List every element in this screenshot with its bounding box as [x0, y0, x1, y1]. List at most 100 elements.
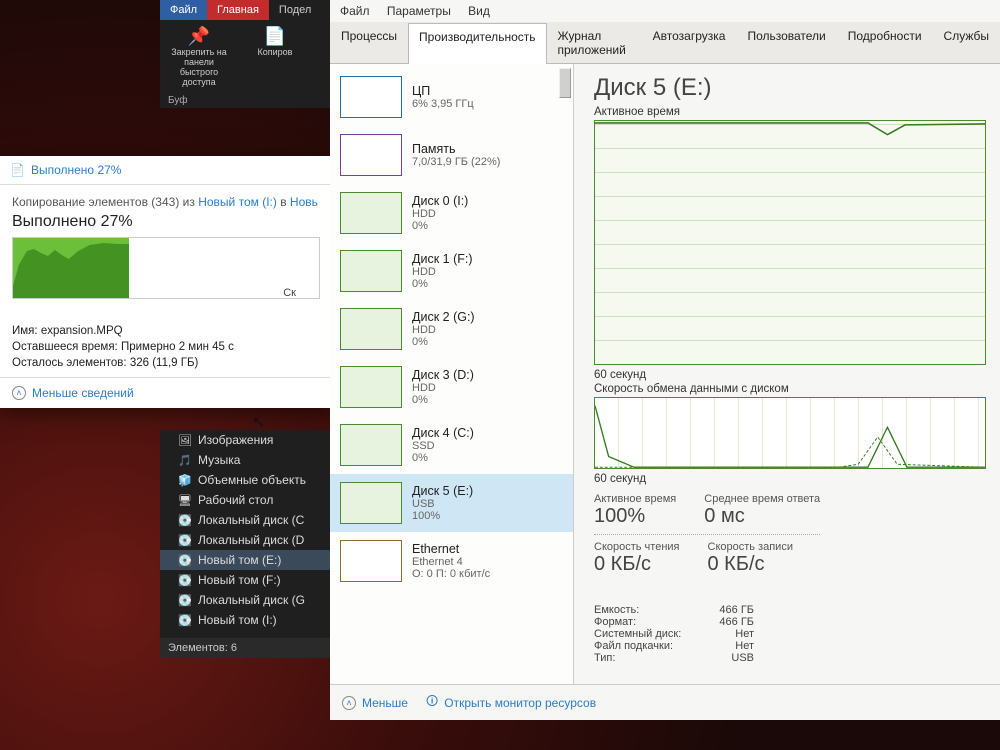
tab-5[interactable]: Подробности [837, 22, 933, 63]
sidebar-item[interactable]: 💽 Новый том (F:) [160, 570, 330, 590]
open-resmon-link[interactable]: 🛈Открыть монитор ресурсов [426, 692, 596, 713]
drive-icon: 🖥 [178, 494, 192, 507]
kv-row: Емкость:466 ГБ [594, 604, 754, 616]
drive-icon: 🖼 [178, 434, 192, 447]
entry-name: Диск 3 (D:) [412, 368, 474, 382]
fewer-details-link[interactable]: ˄Меньше [342, 696, 408, 710]
entry-sub: 6% 3,95 ГГц [412, 98, 474, 110]
sidebar-item[interactable]: 💽Локальный диск (G [160, 590, 330, 610]
drive-icon: 💽 [178, 614, 192, 627]
thumb-chart [340, 424, 402, 466]
resmon-icon: 🛈 [426, 692, 438, 713]
tab-3[interactable]: Автозагрузка [642, 22, 737, 63]
title-text: Выполнено 27% [31, 163, 122, 177]
drive-icon: 💽 [178, 594, 192, 607]
active-time-chart[interactable] [594, 120, 986, 365]
detail-title: Диск 5 (E:) [594, 74, 986, 102]
source-link[interactable]: Новый том (I:) [198, 195, 277, 209]
copy-icon: 📄 [240, 26, 310, 47]
thumb-chart [340, 482, 402, 524]
entry-sub: SSD0% [412, 440, 474, 464]
dialog-titlebar[interactable]: 📄 Выполнено 27% [0, 156, 332, 185]
tab-0[interactable]: Процессы [330, 22, 408, 63]
resource-entry[interactable]: ЦП6% 3,95 ГГц [330, 68, 573, 126]
sidebar-item[interactable]: 🎵 Музыка [160, 450, 330, 470]
stat-avg-response: Среднее время ответа 0 мс [704, 493, 820, 528]
transfer-icon: 📄 [10, 163, 25, 177]
menu-file[interactable]: Файл [340, 4, 370, 18]
drive-icon: 🎵 [178, 454, 192, 467]
explorer-tab-share[interactable]: Подел [269, 0, 321, 20]
entry-name: Ethernet [412, 542, 490, 556]
explorer-nav-sidebar: 🖼 Изображения 🎵 Музыка 🧊Объемные объекть🖥Раб… [160, 430, 330, 658]
explorer-tab-file[interactable]: Файл [160, 0, 207, 20]
clipboard-group-label: Буф [160, 93, 330, 108]
tab-1[interactable]: Производительность [408, 23, 546, 64]
entry-name: Диск 4 (C:) [412, 426, 474, 440]
sidebar-item[interactable]: 🖥Рабочий стол [160, 490, 330, 510]
sidebar-item[interactable]: 🖼 Изображения [160, 430, 330, 450]
entry-sub: HDD0% [412, 324, 475, 348]
sidebar-item-label: Изображения [198, 433, 273, 447]
tab-strip: ПроцессыПроизводительностьЖурнал приложе… [330, 22, 1000, 64]
sidebar-item-label: Музыка [198, 453, 240, 467]
status-percent: Выполнено 27% [12, 213, 320, 231]
pin-icon: 📌 [164, 26, 234, 47]
fewer-details-label: Меньше сведений [32, 386, 134, 400]
explorer-ribbon-fragment: Файл Главная Подел 📌 Закрепить на панели… [160, 0, 330, 108]
kv-row: Тип:USB [594, 652, 754, 664]
resource-entry[interactable]: Диск 5 (E:)USB100% [330, 474, 573, 532]
thumb-chart [340, 134, 402, 176]
sidebar-item-label: Локальный диск (D [198, 533, 304, 547]
drive-icon: 💽 [178, 534, 192, 547]
pin-quickaccess-button[interactable]: 📌 Закрепить на панели быстрого доступа [164, 26, 234, 87]
kv-row: Формат:466 ГБ [594, 616, 754, 628]
menu-view[interactable]: Вид [468, 4, 490, 18]
transfer-rate-chart[interactable] [594, 397, 986, 469]
scrollbar-thumb[interactable] [559, 68, 571, 98]
entry-name: Диск 2 (G:) [412, 310, 475, 324]
thumb-chart [340, 366, 402, 408]
sidebar-item[interactable]: 🧊Объемные объекть [160, 470, 330, 490]
sidebar-item-label: Новый том (F:) [198, 573, 281, 587]
file-name-row: Имя: expansion.MPQ [0, 323, 332, 339]
time-remaining-row: Оставшееся время: Примерно 2 мин 45 с [0, 339, 332, 355]
sidebar-item-label: Локальный диск (C [198, 513, 304, 527]
resource-entry[interactable]: Память7,0/31,9 ГБ (22%) [330, 126, 573, 184]
items-remaining-row: Осталось элементов: 326 (11,9 ГБ) [0, 355, 332, 377]
stat-read-speed: Скорость чтения 0 КБ/с [594, 541, 680, 576]
tab-4[interactable]: Пользователи [736, 22, 836, 63]
fewer-details-toggle[interactable]: ˄ Меньше сведений [0, 377, 332, 408]
thumb-chart [340, 308, 402, 350]
resource-entry[interactable]: Диск 4 (C:)SSD0% [330, 416, 573, 474]
sidebar-item[interactable]: 💽Новый том (E:) [160, 550, 330, 570]
disk-properties: Емкость:466 ГБФормат:466 ГБСистемный дис… [594, 604, 754, 664]
sidebar-item[interactable]: 💽 Новый том (I:) [160, 610, 330, 630]
menu-options[interactable]: Параметры [387, 4, 451, 18]
statusbar-item-count: Элементов: 6 [160, 638, 330, 658]
kv-row: Системный диск:Нет [594, 628, 754, 640]
resource-entry[interactable]: Диск 0 (I:)HDD0% [330, 184, 573, 242]
resource-entry[interactable]: EthernetEthernet 4О: 0 П: 0 кбит/с [330, 532, 573, 590]
drive-icon: 💽 [178, 574, 192, 587]
sidebar-item[interactable]: 💽Локальный диск (C [160, 510, 330, 530]
sidebar-item[interactable]: 💽 Локальный диск (D [160, 530, 330, 550]
copy-progress-dialog: 📄 Выполнено 27% Копирование элементов (3… [0, 156, 332, 408]
sidebar-item-label: Новый том (I:) [198, 613, 277, 627]
resource-list[interactable]: ЦП6% 3,95 ГГцПамять7,0/31,9 ГБ (22%)Диск… [330, 64, 574, 684]
explorer-tab-home[interactable]: Главная [207, 0, 269, 20]
tab-2[interactable]: Журнал приложений [547, 22, 642, 63]
resource-entry[interactable]: Диск 3 (D:)HDD0% [330, 358, 573, 416]
resource-entry[interactable]: Диск 1 (F:)HDD0% [330, 242, 573, 300]
detail-pane: Диск 5 (E:) Активное время 60 секунд Ско… [574, 64, 1000, 684]
tab-6[interactable]: Службы [933, 22, 1000, 63]
resource-entry[interactable]: Диск 2 (G:)HDD0% [330, 300, 573, 358]
thumb-chart [340, 192, 402, 234]
copy-button[interactable]: 📄 Копиров [240, 26, 310, 87]
transfer-rate-label: Скорость обмена данными с диском [594, 383, 986, 395]
entry-sub: 7,0/31,9 ГБ (22%) [412, 156, 500, 168]
task-manager-window: Файл Параметры Вид ПроцессыПроизводитель… [330, 0, 1000, 720]
dest-link[interactable]: Новь [290, 195, 318, 209]
menu-bar: Файл Параметры Вид [330, 0, 1000, 22]
axis-label-1: 60 секунд [594, 369, 986, 381]
